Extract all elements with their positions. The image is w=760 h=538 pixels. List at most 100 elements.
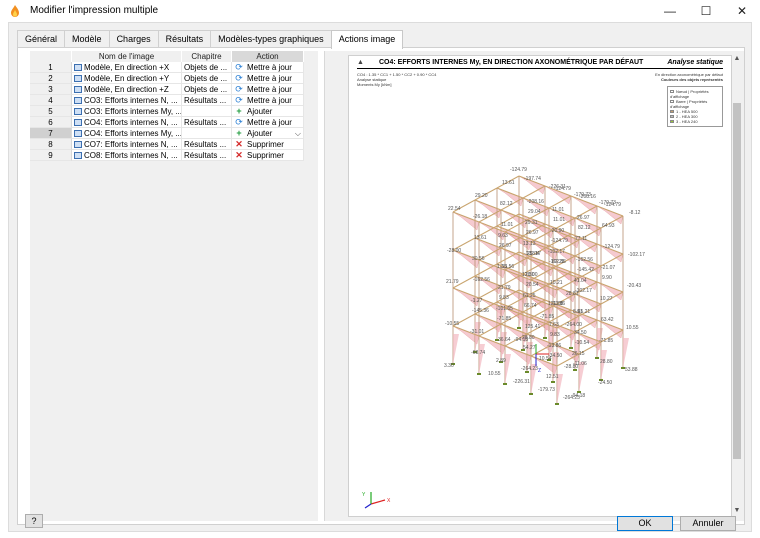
minimize-button[interactable]: — <box>652 0 688 22</box>
tab-general[interactable]: Général <box>17 30 66 48</box>
value-label: -31.01 <box>470 329 484 335</box>
scroll-thumb[interactable] <box>733 103 741 459</box>
action-cell[interactable]: ✕ Supprimer <box>232 150 304 161</box>
col-header-action[interactable]: Action <box>232 51 304 62</box>
value-label: 13.13 <box>523 241 536 247</box>
image-name-cell[interactable]: CO3: Efforts internes My, ... <box>72 106 182 117</box>
row-number: 9 <box>30 150 72 161</box>
action-cell[interactable]: ⟳ Mettre à jour <box>232 117 304 128</box>
value-label: 9.90 <box>602 275 612 281</box>
chapter-cell[interactable] <box>182 106 232 117</box>
action-cell[interactable]: ✕ Supprimer <box>232 139 304 150</box>
value-label: -71.85 <box>540 314 554 320</box>
chapter-cell[interactable]: Résultats ... <box>182 95 232 106</box>
image-name-cell[interactable]: CO8: Efforts internes N, ... <box>72 150 182 161</box>
value-label: 10.55 <box>488 371 501 377</box>
row-number: 5 <box>30 106 72 117</box>
help-button[interactable]: ? <box>25 514 43 528</box>
value-label: 64.93 <box>602 223 615 229</box>
action-cell[interactable]: ⟳ Mettre à jour <box>232 62 304 73</box>
add-icon: + <box>236 128 242 138</box>
chapter-cell[interactable]: Résultats ... <box>182 117 232 128</box>
image-name-cell[interactable]: Modèle, En direction +Y <box>72 73 182 84</box>
value-label: 54.27 <box>523 345 536 351</box>
value-label: 22.54 <box>448 206 461 212</box>
action-cell[interactable]: + Ajouter ⌵ <box>232 128 304 139</box>
row-number: 1 <box>30 62 72 73</box>
value-label: -20.43 <box>627 283 641 289</box>
axis-label-x: X <box>387 498 391 504</box>
value-label: -71.85 <box>497 316 511 322</box>
chapter-cell[interactable]: Objets de ... <box>182 73 232 84</box>
cancel-button[interactable]: Annuler <box>680 516 736 531</box>
table-row[interactable]: 1 Modèle, En direction +X Objets de ... ⟳ Me… <box>30 62 318 73</box>
chapter-cell[interactable]: Résultats ... <box>182 139 232 150</box>
table-row[interactable]: 5 CO3: Efforts internes My, ... + Ajouter <box>30 106 318 117</box>
title-bar: Modifier l'impression multiple — ☐ ✕ <box>0 0 760 22</box>
image-name-cell[interactable]: CO4: Efforts internes My, ... <box>72 128 182 139</box>
table-row[interactable]: 2 Modèle, En direction +Y Objets de ... ⟳ Me… <box>30 73 318 84</box>
value-label: -124.79 <box>603 244 620 250</box>
value-label: 26.97 <box>577 215 590 221</box>
close-button[interactable]: ✕ <box>724 0 760 22</box>
maximize-button[interactable]: ☐ <box>688 0 724 22</box>
image-preview-pane: ▲ CO4: EFFORTS INTERNES My, EN DIRECTION… <box>324 51 744 521</box>
chapter-cell[interactable] <box>182 128 232 139</box>
value-label: 21.79 <box>498 285 511 291</box>
image-name: CO4: Efforts internes N, ... <box>84 117 178 127</box>
scroll-up-icon[interactable]: ▲ <box>732 55 742 65</box>
chevron-down-icon[interactable]: ⌵ <box>295 128 301 138</box>
app-icon <box>11 5 19 17</box>
tab-resultats[interactable]: Résultats <box>157 30 212 48</box>
image-name-cell[interactable]: Modèle, En direction +Z <box>72 84 182 95</box>
image-icon <box>74 118 82 126</box>
value-label: 9.83 <box>499 295 509 301</box>
value-label: 12.51 <box>546 374 559 380</box>
axis-label-y: Y <box>362 492 366 498</box>
image-icon <box>74 63 82 71</box>
value-label: -20.90 <box>550 228 564 234</box>
action-cell[interactable]: ⟳ Mettre à jour <box>232 73 304 84</box>
value-label: 3.30 <box>444 363 454 369</box>
value-label: -124.79 <box>510 167 527 173</box>
image-actions-table: Nom de l'image Chapitre Action 1 Modèle, … <box>30 51 318 521</box>
x-axis-icon <box>370 499 386 505</box>
support-icon <box>595 357 599 359</box>
table-row[interactable]: 7 CO4: Efforts internes My, ... + Ajouter ⌵ <box>30 128 318 139</box>
value-label: -102.17 <box>548 249 565 255</box>
chapter-cell[interactable]: Objets de ... <box>182 62 232 73</box>
image-name-cell[interactable]: CO3: Efforts internes N, ... <box>72 95 182 106</box>
image-name: Modèle, En direction +Y <box>84 73 170 83</box>
tab-modele[interactable]: Modèle <box>64 30 110 48</box>
value-label: 53.88 <box>625 367 638 373</box>
ok-button[interactable]: OK <box>617 516 673 531</box>
value-label: -264.23 <box>563 395 580 401</box>
chapter-cell[interactable]: Objets de ... <box>182 84 232 95</box>
tab-actions-image[interactable]: Actions image <box>330 30 404 49</box>
image-icon <box>74 151 82 159</box>
table-row[interactable]: 6 CO4: Efforts internes N, ... Résultats .… <box>30 117 318 128</box>
col-header-chapter[interactable]: Chapitre <box>182 51 232 62</box>
image-name-cell[interactable]: Modèle, En direction +X <box>72 62 182 73</box>
value-label: 26.97 <box>526 230 539 236</box>
tab-modeles-types-graphiques[interactable]: Modèles-types graphiques <box>210 30 332 48</box>
value-label: 20.54 <box>526 282 539 288</box>
image-name-cell[interactable]: CO4: Efforts internes N, ... <box>72 117 182 128</box>
col-header-name[interactable]: Nom de l'image <box>72 51 182 62</box>
chapter-cell[interactable]: Résultats ... <box>182 150 232 161</box>
image-icon <box>74 74 82 82</box>
value-label: 61.25 <box>523 293 536 299</box>
action-cell[interactable]: + Ajouter <box>232 106 304 117</box>
table-row[interactable]: 8 CO7: Efforts internes N, ... Résultats .… <box>30 139 318 150</box>
tab-charges[interactable]: Charges <box>108 30 159 48</box>
table-row[interactable]: 4 CO3: Efforts internes N, ... Résultats .… <box>30 95 318 106</box>
structure-diagram: -124.79 -124.79 -208.16 -124.79 -8.12 13.61 -2… <box>362 167 645 509</box>
value-label: -13.86 <box>551 301 565 307</box>
support-icon <box>503 383 507 385</box>
preview-scrollbar[interactable]: ▲ ▼ <box>732 55 742 517</box>
image-name-cell[interactable]: CO7: Efforts internes N, ... <box>72 139 182 150</box>
table-row[interactable]: 3 Modèle, En direction +Z Objets de ... ⟳ Me… <box>30 84 318 95</box>
action-cell[interactable]: ⟳ Mettre à jour <box>232 84 304 95</box>
table-row[interactable]: 9 CO8: Efforts internes N, ... Résultats .… <box>30 150 318 161</box>
action-cell[interactable]: ⟳ Mettre à jour <box>232 95 304 106</box>
